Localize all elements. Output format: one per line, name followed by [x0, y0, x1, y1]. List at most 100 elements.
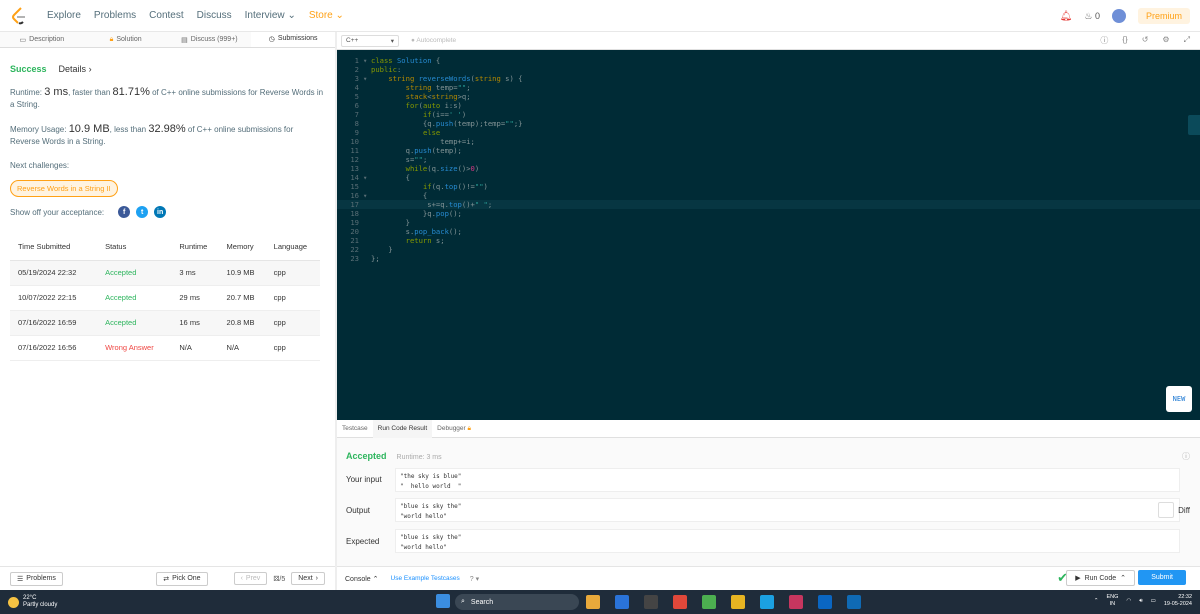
runtime-mid: , faster than — [68, 88, 113, 97]
settings-icon[interactable]: ⚙ — [1162, 35, 1169, 46]
col-memory[interactable]: Memory — [218, 234, 266, 261]
edge-icon[interactable] — [760, 595, 774, 609]
tab-testcase[interactable]: Testcase — [337, 420, 373, 438]
help-icon[interactable]: ? ▾ — [470, 575, 479, 583]
submit-button[interactable]: Submit — [1138, 570, 1186, 585]
facebook-icon[interactable]: f — [118, 206, 131, 218]
battery-icon[interactable]: ▭ — [1151, 598, 1156, 605]
table-row[interactable]: 07/16/2022 16:59 Accepted 16 ms 20.8 MB cpp — [10, 310, 320, 336]
help-icon[interactable]: ⓘ — [1182, 451, 1190, 462]
col-language[interactable]: Language — [265, 234, 320, 261]
discord-icon[interactable] — [789, 595, 803, 609]
wifi-icon[interactable]: ◠ — [1126, 598, 1131, 605]
chevron-down-icon: ⌄ — [335, 10, 344, 21]
linkedin-app-icon[interactable] — [847, 595, 861, 609]
chevron-up-icon[interactable]: ⌃ — [1094, 598, 1099, 605]
clock[interactable]: 22:32 19-05-2024 — [1164, 594, 1192, 608]
terminal-icon[interactable] — [644, 595, 658, 609]
diff-switch[interactable] — [1158, 502, 1175, 518]
file-explorer-icon[interactable] — [586, 595, 600, 609]
result-header: Accepted Runtime: 3 ms — [346, 451, 442, 461]
col-time[interactable]: Time Submitted — [10, 234, 98, 261]
nav-contest[interactable]: Contest — [149, 10, 183, 21]
streak[interactable]: ♨ 0 — [1084, 11, 1100, 22]
tab-run-result[interactable]: Run Code Result — [372, 419, 433, 438]
brave-icon[interactable] — [673, 595, 687, 609]
code-text: } — [371, 245, 393, 254]
fullscreen-icon[interactable]: ⤢ — [1184, 35, 1190, 46]
runtime-percent: 81.71% — [112, 86, 150, 98]
comment-icon: ▤ — [181, 36, 188, 44]
tab-solution-label: Solution — [116, 36, 142, 43]
page-indicator[interactable]: ⚄/5 — [273, 575, 285, 583]
prev-button[interactable]: ‹ Prev — [233, 572, 268, 585]
weather-widget[interactable]: 22°C Partly cloudy — [8, 595, 57, 609]
line-number: 7 — [354, 110, 359, 119]
language-value: C++ — [346, 37, 359, 44]
code-line: 5 stack<string>q; — [337, 92, 1200, 101]
console-button[interactable]: Console ⌃ — [345, 575, 379, 583]
run-code-button[interactable]: ▶ Run Code ⌃ — [1066, 570, 1135, 586]
autocomplete-toggle[interactable]: ● Autocomplete — [411, 37, 456, 44]
nav-explore[interactable]: Explore — [47, 10, 81, 21]
tab-debugger[interactable]: Debugger 🔒︎ — [432, 420, 476, 438]
linkedin-icon[interactable]: in — [154, 206, 167, 218]
expected-label: Expected — [346, 537, 380, 546]
info-icon[interactable]: ⓘ — [1100, 35, 1108, 46]
code-text: }; — [371, 254, 380, 263]
code-text: for(auto i:s) — [405, 101, 462, 110]
reset-icon[interactable]: ↺ — [1142, 35, 1149, 46]
leetcode-logo[interactable] — [8, 5, 30, 27]
lang-code: ENG — [1106, 594, 1119, 600]
table-row[interactable]: 07/16/2022 16:56 Wrong Answer N/A N/A cpp — [10, 335, 320, 361]
left-footer: ☰ Problems ⇄ Pick One ‹ Prev ⚄/5 Next › — [0, 566, 335, 590]
tab-submissions[interactable]: ◷ Submissions — [251, 32, 335, 47]
vscode-icon[interactable] — [615, 595, 629, 609]
pick-one-button[interactable]: ⇄ Pick One — [156, 571, 208, 586]
col-status[interactable]: Status — [97, 234, 172, 261]
diff-toggle[interactable]: Diff — [1158, 502, 1190, 518]
submission-header: Success Details › — [10, 64, 325, 74]
braces-icon[interactable]: {} — [1122, 35, 1127, 46]
tab-solution[interactable]: 🔒︎ Solution — [84, 32, 168, 47]
diff-label: Diff — [1178, 505, 1190, 515]
volume-icon[interactable]: 🔊︎ — [1139, 598, 1142, 605]
bell-icon[interactable]: 🔔︎ — [1060, 11, 1073, 22]
notes-icon[interactable] — [731, 595, 745, 609]
chevron-down-icon: ⌄ — [287, 10, 296, 21]
cell-status[interactable]: Accepted — [97, 285, 172, 311]
windows-start-icon[interactable] — [436, 594, 450, 608]
line-number: 16 — [350, 191, 359, 200]
example-testcases-link[interactable]: Use Example Testcases — [391, 575, 460, 582]
language-indicator[interactable]: ENG IN — [1106, 594, 1118, 608]
avatar[interactable] — [1111, 9, 1126, 23]
input-box[interactable]: "the sky is blue" " hello world " — [395, 468, 1180, 492]
nav-store[interactable]: Store ⌄ — [309, 10, 344, 21]
tab-description[interactable]: ▭ Description — [0, 32, 84, 47]
nav-problems[interactable]: Problems — [94, 10, 136, 21]
language-select[interactable]: C++ ▾ — [341, 34, 399, 47]
cell-status[interactable]: Accepted — [97, 260, 172, 286]
table-row[interactable]: 10/07/2022 22:15 Accepted 29 ms 20.7 MB cpp — [10, 285, 320, 311]
twitter-icon[interactable]: t — [136, 206, 149, 218]
cell-status[interactable]: Accepted — [97, 310, 172, 336]
mail-icon[interactable] — [818, 595, 832, 609]
new-button[interactable]: NEW — [1166, 386, 1192, 412]
premium-button[interactable]: Premium — [1137, 8, 1190, 24]
code-editor[interactable]: 1 ▾ class Solution {2 public: 3 ▾ string reve… — [337, 50, 1200, 420]
details-link[interactable]: Details › — [59, 64, 92, 74]
chrome-icon[interactable] — [702, 595, 716, 609]
taskbar-search[interactable]: ⌕ Search — [455, 594, 579, 610]
side-toggle[interactable] — [1188, 115, 1200, 135]
code-text: s+=q.top()+" "; — [371, 200, 493, 209]
problems-button[interactable]: ☰ Problems — [10, 571, 63, 586]
challenge-chip[interactable]: Reverse Words in a String II — [10, 180, 118, 197]
chevron-down-icon: ▾ — [390, 37, 394, 45]
tab-discuss[interactable]: ▤ Discuss (999+) — [168, 32, 252, 47]
cell-status[interactable]: Wrong Answer — [97, 335, 172, 361]
col-runtime[interactable]: Runtime — [171, 234, 219, 261]
nav-interview[interactable]: Interview ⌄ — [245, 10, 296, 21]
table-row[interactable]: 05/19/2024 22:32 Accepted 3 ms 10.9 MB cpp — [10, 260, 320, 286]
next-button[interactable]: Next › — [291, 572, 325, 585]
nav-discuss[interactable]: Discuss — [197, 10, 232, 21]
